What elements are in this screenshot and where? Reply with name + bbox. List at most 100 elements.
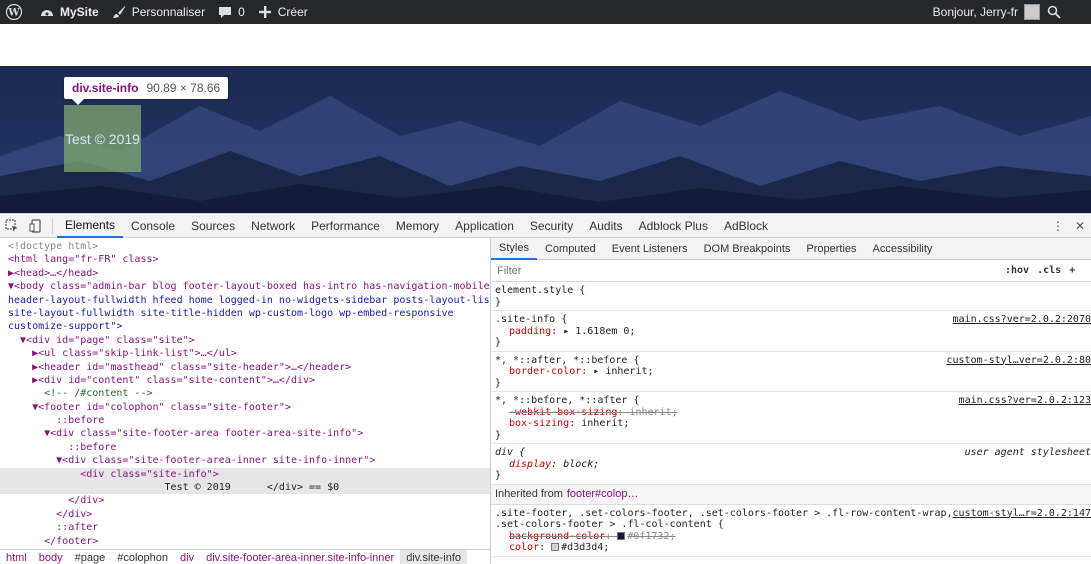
css-declaration[interactable]: border-color: ▸ inherit; [495, 366, 1087, 378]
css-declaration[interactable]: padding: ▸ 1.618em 0; [495, 326, 1087, 338]
comments-link[interactable]: 0 [211, 0, 251, 24]
styles-tab-bar: Styles Computed Event Listeners DOM Brea… [491, 238, 1091, 260]
dom-line-selected-text[interactable]: Test © 2019 </div> == $0 [0, 481, 490, 495]
styles-filter-bar: :hov .cls + [491, 260, 1091, 282]
dom-line[interactable]: ▼<div id="page" class="site"> [0, 334, 490, 347]
dom-line[interactable]: site-layout-fullwidth site-title-hidden … [0, 307, 490, 320]
close-icon[interactable]: ✕ [1069, 219, 1091, 233]
tab-sources[interactable]: Sources [183, 214, 243, 238]
tab-properties[interactable]: Properties [798, 238, 864, 260]
dom-line-selected[interactable]: <div class="site-info"> [0, 467, 490, 482]
tab-console[interactable]: Console [123, 214, 183, 238]
dom-line[interactable]: ▶<head>…</head> [0, 267, 490, 280]
rule-source-link[interactable]: custom-styl…r=2.0.2:147 [953, 508, 1091, 520]
account-menu[interactable]: Bonjour, Jerry-fr [927, 0, 1046, 24]
site-name-link[interactable]: MySite [33, 0, 105, 24]
css-declaration-overridden[interactable]: background-color: #0f1732; [495, 531, 1087, 543]
toolbar-divider [52, 217, 53, 234]
dom-line[interactable]: ▼<footer id="colophon" class="site-foote… [0, 401, 490, 414]
tab-event-listeners[interactable]: Event Listeners [604, 238, 696, 260]
css-declaration[interactable]: color: #d3d3d4; [495, 542, 1087, 554]
property-value: #0f1732; [627, 530, 676, 542]
rule-selector: element.style { [495, 285, 586, 296]
css-declaration[interactable]: box-sizing: inherit; [495, 418, 1087, 430]
breadcrumb-item[interactable]: div.site-footer-area-inner.site-info-inn… [200, 550, 400, 564]
tab-security[interactable]: Security [522, 214, 581, 238]
property-value: inherit; [629, 406, 678, 418]
rule-source-link[interactable]: main.css?ver=2.0.2:2070 [953, 314, 1091, 326]
breadcrumb-item[interactable]: body [33, 550, 69, 564]
dom-pseudo[interactable]: ::before [0, 441, 490, 454]
dom-line[interactable]: ▶<div id="content" class="site-content">… [0, 374, 490, 387]
css-rule[interactable]: custom-styl…ver=2.0.2:80 *, *::after, *:… [491, 352, 1091, 392]
css-rule[interactable]: main.css?ver=2.0.2:123 *, *::before, *::… [491, 392, 1091, 444]
css-rule[interactable]: custom-styl…r=2.0.2:147 .site-footer, .s… [491, 505, 1091, 557]
dom-line[interactable]: </footer> [0, 535, 490, 548]
rule-selector: .set-colors-footer > .fl-col-content { [495, 519, 724, 530]
create-link[interactable]: Créer [251, 0, 314, 24]
tab-dom-breakpoints[interactable]: DOM Breakpoints [696, 238, 799, 260]
rule-source-link[interactable]: main.css?ver=2.0.2:123 [959, 395, 1091, 407]
rule-close: } [495, 337, 502, 348]
css-rule-user-agent[interactable]: user agent stylesheet div { display: blo… [491, 444, 1091, 485]
css-declaration-overridden[interactable]: -webkit-box-sizing: inherit; [495, 407, 1087, 419]
cls-button[interactable]: .cls [1037, 265, 1061, 276]
color-swatch[interactable] [551, 543, 560, 551]
tab-network[interactable]: Network [243, 214, 303, 238]
breadcrumb-item[interactable]: html [0, 550, 33, 564]
breadcrumb-item[interactable]: #page [69, 550, 112, 564]
tab-styles[interactable]: Styles [491, 238, 537, 260]
tab-performance[interactable]: Performance [303, 214, 388, 238]
dom-line[interactable]: ▶<header id="masthead" class="site-heade… [0, 361, 490, 374]
tab-accessibility[interactable]: Accessibility [865, 238, 941, 260]
property-value: block; [563, 458, 600, 470]
tab-audits[interactable]: Audits [581, 214, 630, 238]
property-value: inherit; [605, 366, 654, 377]
rule-source-link[interactable]: custom-styl…ver=2.0.2:80 [947, 355, 1091, 367]
tab-memory[interactable]: Memory [388, 214, 447, 238]
search-icon[interactable] [1046, 4, 1062, 20]
dom-line[interactable]: ▶<ul class="skip-link-list">…</ul> [0, 347, 490, 360]
wordpress-logo-button[interactable]: W [0, 0, 33, 24]
breadcrumb-item[interactable]: #colophon [111, 550, 174, 564]
dom-line[interactable]: </div> [0, 494, 490, 507]
inherited-id[interactable]: #colop… [595, 488, 638, 500]
styles-pane: Styles Computed Event Listeners DOM Brea… [490, 238, 1091, 564]
css-rule-element-style[interactable]: element.style { } [491, 282, 1091, 311]
dom-line[interactable]: </div> [0, 508, 490, 521]
tab-application[interactable]: Application [447, 214, 522, 238]
more-options-icon[interactable]: ⋮ [1047, 219, 1069, 233]
dom-line[interactable]: ▼<body class="admin-bar blog footer-layo… [0, 280, 490, 293]
property-name: color [509, 542, 540, 553]
page-top-gap [0, 24, 1091, 66]
inherited-label: Inherited from [495, 488, 563, 500]
tab-adblock[interactable]: AdBlock [716, 214, 776, 238]
customize-link[interactable]: Personnaliser [105, 0, 211, 24]
dom-pseudo[interactable]: ::after [0, 521, 490, 534]
dom-comment[interactable]: <!-- /#content --> [0, 387, 490, 400]
dom-pseudo[interactable]: ::before [0, 414, 490, 427]
rule-close: } [495, 470, 502, 481]
admin-bar: W MySite Personnaliser 0 Créer Bonjour, … [0, 0, 1091, 24]
dom-line[interactable]: <!doctype html> [0, 240, 490, 253]
tab-elements[interactable]: Elements [57, 214, 124, 238]
dom-line[interactable]: header-layout-fullwidth hfeed home logge… [0, 294, 490, 307]
inherited-tag[interactable]: footer [567, 488, 595, 500]
styles-filter-input[interactable] [497, 264, 997, 277]
device-toolbar-icon[interactable] [24, 214, 48, 238]
create-label: Créer [277, 5, 308, 19]
breadcrumb-item-current[interactable]: div.site-info [400, 549, 468, 564]
new-rule-plus-icon[interactable]: + [1069, 265, 1075, 276]
dom-line[interactable]: ▼<div class="site-footer-area-inner site… [0, 454, 490, 467]
tab-adblock-plus[interactable]: Adblock Plus [631, 214, 716, 238]
breadcrumb-item[interactable]: div [174, 550, 200, 564]
hov-button[interactable]: :hov [1005, 265, 1029, 276]
dom-line[interactable]: ▼<div class="site-footer-area footer-are… [0, 427, 490, 440]
elements-tree[interactable]: <!doctype html> <html lang="fr-FR" class… [0, 238, 490, 549]
tab-computed[interactable]: Computed [537, 238, 604, 260]
color-swatch[interactable] [617, 531, 626, 540]
dom-line[interactable]: <html lang="fr-FR" class> [0, 253, 490, 266]
inspect-element-icon[interactable] [0, 214, 24, 238]
dom-line[interactable]: customize-support"> [0, 320, 490, 333]
css-rule[interactable]: main.css?ver=2.0.2:2070 .site-info { pad… [491, 311, 1091, 352]
